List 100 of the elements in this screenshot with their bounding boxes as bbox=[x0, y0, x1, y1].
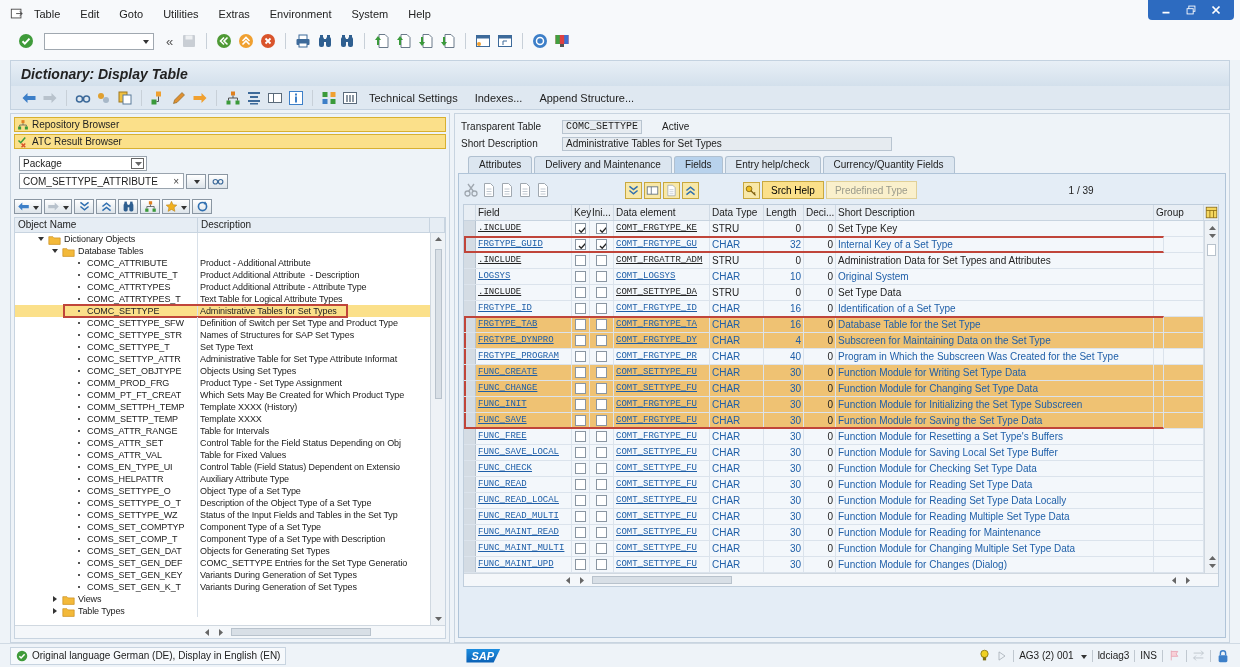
restore-icon[interactable] bbox=[1184, 3, 1198, 17]
checkbox[interactable] bbox=[596, 447, 607, 458]
monitor-icon[interactable] bbox=[554, 33, 571, 49]
tree-row[interactable]: COMS_ATTR_RANGE Table for Intervals bbox=[15, 425, 430, 437]
document-icon[interactable] bbox=[499, 182, 515, 198]
data-element-link[interactable]: COMT_SETTYPE_FU bbox=[614, 461, 710, 476]
data-element-link[interactable]: COMT_SETTYPE_FU bbox=[614, 541, 710, 556]
checkbox[interactable] bbox=[575, 527, 586, 538]
checkbox[interactable] bbox=[596, 415, 607, 426]
scroll-right-icon[interactable] bbox=[1184, 576, 1192, 584]
copy-icon[interactable] bbox=[117, 89, 133, 106]
back-icon[interactable] bbox=[216, 33, 233, 49]
find-button[interactable] bbox=[118, 199, 138, 214]
data-element-link[interactable]: COMT_SETTYPE_FU bbox=[614, 525, 710, 540]
tree-row[interactable]: COMS_SETTYPE_WZ Status of the Input Fields and Tables in the Set Typ bbox=[15, 509, 430, 521]
scroll-left-icon[interactable] bbox=[203, 628, 211, 636]
checkbox[interactable] bbox=[596, 511, 607, 522]
checkbox[interactable] bbox=[575, 447, 586, 458]
tab[interactable]: Entry help/check bbox=[724, 156, 821, 173]
checkbox[interactable] bbox=[575, 239, 586, 250]
tree-row[interactable]: COMM_SETTP_TEMP Template XXXX bbox=[15, 413, 430, 425]
scroll-up-icon[interactable] bbox=[1207, 554, 1216, 562]
toolbar-button[interactable]: Technical Settings bbox=[363, 91, 464, 104]
tree-row[interactable]: COMS_SET_GEN_K_T Variants During Generation of Set Types bbox=[15, 581, 430, 593]
table-row[interactable]: .INCLUDE COMT_FRGTYPE_KE STRU 0 0 Set Type Key bbox=[464, 221, 1204, 237]
table-row[interactable]: FUNC_READ COMT_SETTYPE_FU CHAR 30 0 Function Module for Reading Set Type Data bbox=[464, 477, 1204, 493]
field-name-link[interactable]: .INCLUDE bbox=[476, 253, 572, 268]
tree-row[interactable]: COMC_SETTYPE Administrative Tables for Set Types bbox=[15, 305, 430, 317]
field-name-link[interactable]: .INCLUDE bbox=[476, 285, 572, 300]
checkbox[interactable] bbox=[575, 255, 586, 266]
field-name-link[interactable]: LOGSYS bbox=[476, 269, 572, 284]
data-element-link[interactable]: COMT_SETTYPE_FU bbox=[614, 477, 710, 492]
menu-item[interactable]: System bbox=[341, 8, 399, 20]
checkbox[interactable] bbox=[575, 271, 586, 282]
field-name-link[interactable]: .INCLUDE bbox=[476, 221, 572, 236]
display-button[interactable] bbox=[208, 173, 228, 189]
table-row[interactable]: LOGSYS COMT_LOGSYS CHAR 10 0 Original System bbox=[464, 269, 1204, 285]
checkbox[interactable] bbox=[575, 303, 586, 314]
data-element-link[interactable]: COMT_SETTYPE_FU bbox=[614, 381, 710, 396]
expand-triangle-icon[interactable] bbox=[51, 595, 59, 603]
table-row[interactable]: FUNC_CREATE COMT_SETTYPE_FU CHAR 30 0 Function Module for Writing Set Type Data bbox=[464, 365, 1204, 381]
table-row[interactable]: FUNC_READ_MULTI COMT_SETTYPE_FU CHAR 30 0 Function Module for Reading Multiple Set Type Data bbox=[464, 509, 1204, 525]
hierarchy-icon[interactable] bbox=[225, 89, 241, 106]
field-name-link[interactable]: FRGTYPE_ID bbox=[476, 301, 572, 316]
bulb-icon[interactable] bbox=[978, 649, 992, 662]
tree-row[interactable]: COMS_HELPATTR Auxiliary Attribute Type bbox=[15, 473, 430, 485]
object-name-field[interactable]: COM_SETTYPE_ATTRIBUTE × bbox=[19, 173, 184, 189]
checkbox[interactable] bbox=[575, 335, 586, 346]
checkbox[interactable] bbox=[596, 287, 607, 298]
page-up-icon[interactable] bbox=[374, 33, 391, 49]
object-type-dropdown[interactable]: Package bbox=[19, 156, 147, 171]
tree-row[interactable]: COMS_SET_GEN_DEF COMC_SETTYPE Entries for the Set Type Generatio bbox=[15, 557, 430, 569]
data-element-link[interactable]: COMT_FRGTYPE_ID bbox=[614, 301, 710, 316]
tab[interactable]: Delivery and Maintenance bbox=[534, 156, 672, 173]
tree-row[interactable]: COMC_SETTYPE_T Set Type Text bbox=[15, 341, 430, 353]
checkbox[interactable] bbox=[596, 463, 607, 474]
tree-row[interactable]: Dictionary Objects bbox=[15, 233, 430, 245]
tree-row[interactable]: COMS_ATTR_VAL Table for Fixed Values bbox=[15, 449, 430, 461]
data-element-link[interactable]: COMT_SETTYPE_DA bbox=[614, 285, 710, 300]
dropdown-button[interactable] bbox=[186, 173, 206, 189]
document-icon[interactable] bbox=[517, 182, 533, 198]
caret-icon[interactable] bbox=[133, 159, 142, 168]
toolbar-button[interactable]: Indexes... bbox=[468, 91, 529, 104]
key-button[interactable] bbox=[743, 181, 760, 199]
back-button[interactable] bbox=[14, 199, 42, 214]
cancel-icon[interactable] bbox=[260, 33, 277, 49]
tree-row[interactable]: COMM_PROD_FRG Product Type - Set Type Assignment bbox=[15, 377, 430, 389]
tree-row[interactable]: Views bbox=[15, 593, 430, 605]
field-name-link[interactable]: FUNC_READ_LOCAL bbox=[476, 493, 572, 508]
checkbox[interactable] bbox=[596, 495, 607, 506]
checkbox[interactable] bbox=[575, 399, 586, 410]
history-chevron[interactable]: « bbox=[164, 33, 176, 49]
scissors-icon[interactable] bbox=[463, 182, 479, 198]
checkbox[interactable] bbox=[596, 527, 607, 538]
document-icon[interactable] bbox=[481, 182, 497, 198]
tab[interactable]: Fields bbox=[673, 156, 723, 173]
checkbox[interactable] bbox=[596, 271, 607, 282]
window-icon[interactable] bbox=[475, 33, 492, 49]
column-header[interactable]: Key bbox=[572, 205, 590, 220]
checkbox[interactable] bbox=[575, 495, 586, 506]
field-name-link[interactable]: FUNC_READ bbox=[476, 477, 572, 492]
binoculars-icon[interactable] bbox=[339, 33, 356, 49]
tree-row[interactable]: Database Tables bbox=[15, 245, 430, 257]
field-name-link[interactable]: FRGTYPE_DYNPRO bbox=[476, 333, 572, 348]
menu-item[interactable]: Utilities bbox=[153, 8, 209, 20]
tab[interactable]: Currency/Quantity Fields bbox=[822, 156, 955, 173]
column-header[interactable]: Short Description bbox=[836, 205, 1154, 220]
table-row[interactable]: FUNC_MAINT_READ COMT_SETTYPE_FU CHAR 30 0 Function Module for Reading for Maintenance bbox=[464, 525, 1204, 541]
data-element-link[interactable]: COMT_FRGTYPE_DY bbox=[614, 333, 710, 348]
checkbox[interactable] bbox=[596, 543, 607, 554]
column-header[interactable]: Length bbox=[764, 205, 804, 220]
checkbox[interactable] bbox=[596, 255, 607, 266]
checkbox[interactable] bbox=[575, 287, 586, 298]
search-help-button[interactable]: Srch Help bbox=[762, 181, 824, 199]
menu-item[interactable]: Extras bbox=[208, 8, 260, 20]
table-row[interactable]: FUNC_SAVE_LOCAL COMT_SETTYPE_FU CHAR 30 0 Function Module for Saving Local Set Type Buffer bbox=[464, 445, 1204, 461]
check-icon[interactable] bbox=[18, 33, 34, 49]
toolbar-button[interactable]: Append Structure... bbox=[533, 91, 641, 104]
checkbox[interactable] bbox=[596, 383, 607, 394]
column-settings-icon[interactable] bbox=[1204, 206, 1218, 219]
